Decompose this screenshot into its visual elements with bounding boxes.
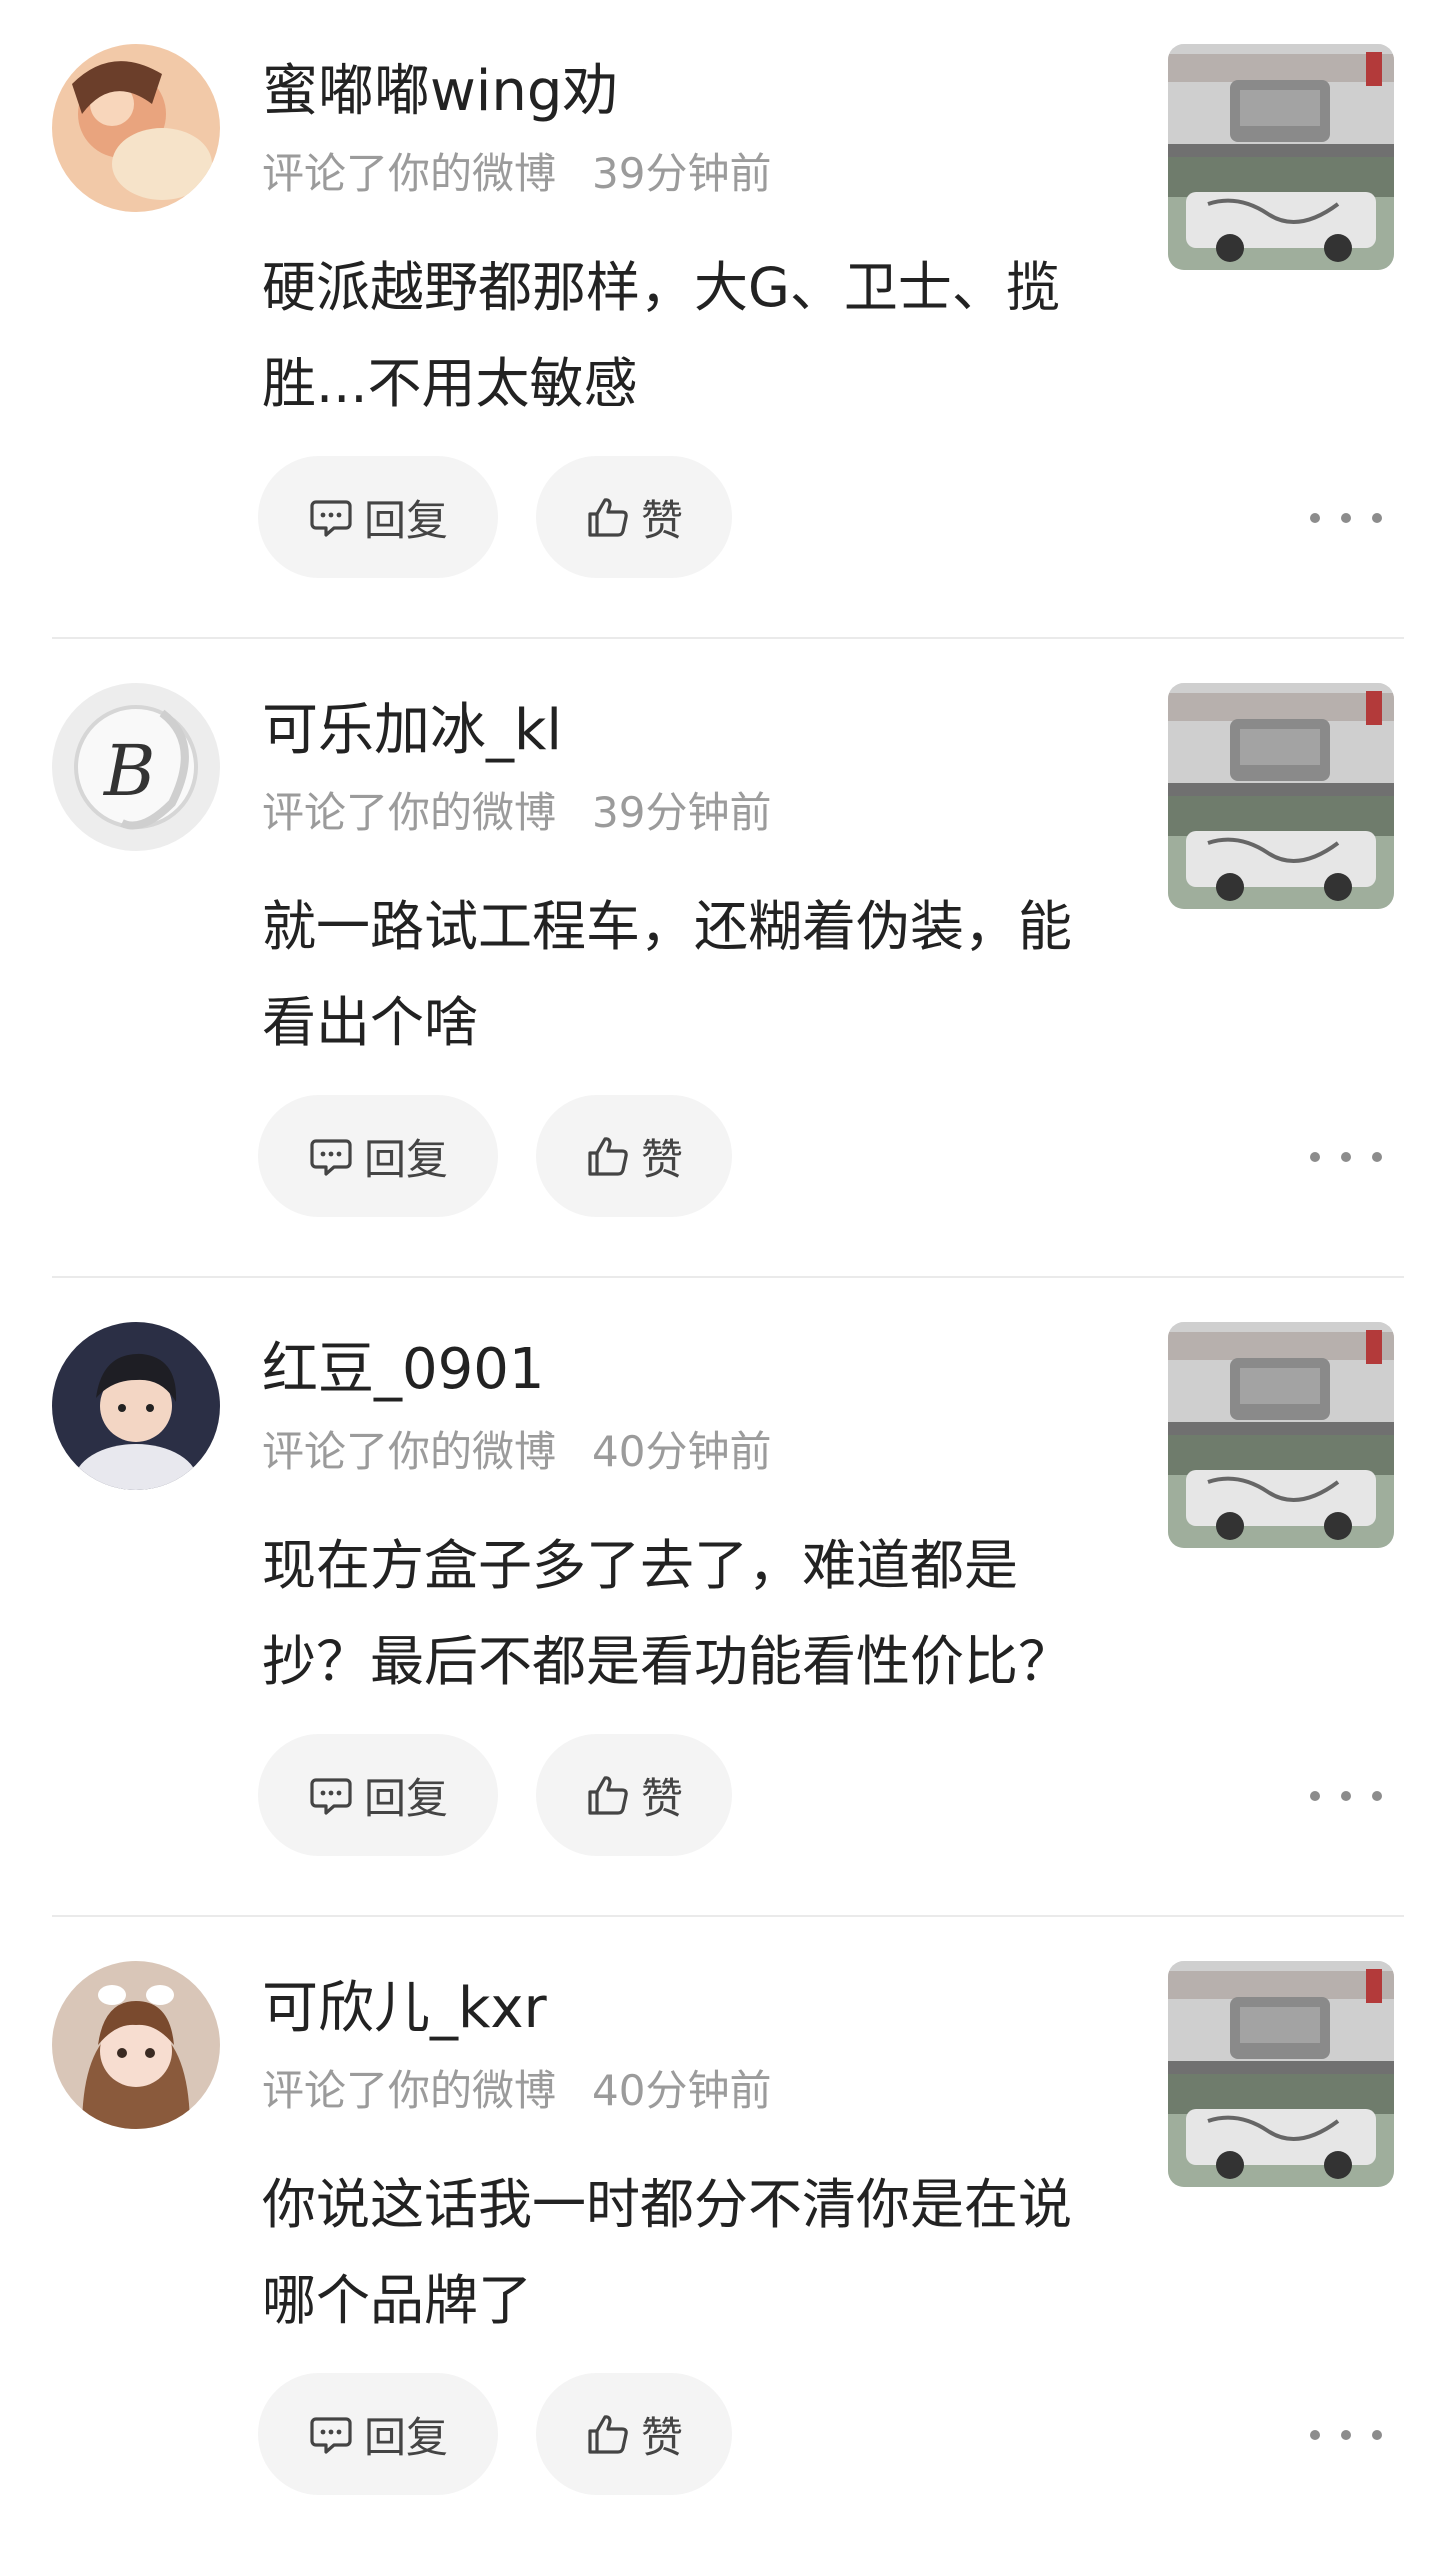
username[interactable]: 可乐加冰_kl (262, 695, 562, 767)
meta-action: 评论了你的微博 (262, 2066, 557, 2115)
timestamp: 39分钟前 (592, 788, 772, 837)
meta-action: 评论了你的微博 (262, 149, 557, 198)
comment-meta: 评论了你的微博 40分钟前 (262, 1424, 771, 1480)
username[interactable]: 红豆_0901 (262, 1334, 545, 1406)
comment-text[interactable]: 就一路试工程车，还糊着伪装，能看出个啥 (262, 879, 1122, 1071)
post-thumbnail[interactable] (1168, 44, 1394, 270)
like-button[interactable]: 赞 (536, 456, 732, 578)
reply-button[interactable]: 回复 (258, 456, 498, 578)
meta-action: 评论了你的微博 (262, 788, 557, 837)
comment-bubble-icon (310, 500, 352, 537)
post-thumbnail[interactable] (1168, 1961, 1394, 2187)
comment-item: 红豆_0901 评论了你的微博 40分钟前 现在方盒子多了去了，难道都是抄？最后不… (0, 1278, 1440, 1917)
svg-text:B: B (102, 730, 155, 812)
thumbs-up-icon (588, 1776, 628, 1815)
username[interactable]: 蜜嘟嘟wing劝 (262, 56, 618, 128)
reply-button[interactable]: 回复 (258, 1095, 498, 1217)
avatar-image (52, 1961, 220, 2129)
like-button[interactable]: 赞 (536, 1734, 732, 1856)
reply-label: 回复 (363, 1773, 448, 1823)
thumbs-up-icon (588, 498, 628, 537)
like-button[interactable]: 赞 (536, 1095, 732, 1217)
more-dots-icon[interactable] (1310, 490, 1382, 546)
like-label: 赞 (640, 1134, 683, 1184)
reply-button[interactable]: 回复 (258, 1734, 498, 1856)
comment-text[interactable]: 现在方盒子多了去了，难道都是抄？最后不都是看功能看性价比？ (262, 1518, 1122, 1710)
comment-text[interactable]: 硬派越野都那样，大G、卫士、揽胜...不用太敏感 (262, 240, 1122, 432)
post-thumbnail[interactable] (1168, 1322, 1394, 1548)
avatar[interactable] (52, 1322, 220, 1490)
reply-label: 回复 (363, 2412, 448, 2462)
post-thumbnail[interactable] (1168, 683, 1394, 909)
reply-button[interactable]: 回复 (258, 2373, 498, 2495)
reply-label: 回复 (363, 1134, 448, 1184)
more-dots-icon[interactable] (1310, 2407, 1382, 2463)
like-label: 赞 (640, 2412, 683, 2462)
thumbnail-image (1168, 1961, 1394, 2187)
like-label: 赞 (640, 1773, 683, 1823)
more-dots-icon[interactable] (1310, 1129, 1382, 1185)
comment-meta: 评论了你的微博 39分钟前 (262, 146, 771, 202)
comment-bubble-icon (310, 1139, 352, 1176)
comment-item: B 可乐加冰_kl 评论了你的微博 39分钟前 就一路试工程车，还糊着伪装，能看出… (0, 639, 1440, 1278)
avatar-image (52, 1322, 220, 1490)
comment-meta: 评论了你的微博 40分钟前 (262, 2063, 771, 2119)
comment-meta: 评论了你的微博 39分钟前 (262, 785, 771, 841)
avatar[interactable] (52, 44, 220, 212)
comment-item: 可欣儿_kxr 评论了你的微博 40分钟前 你说这话我一时都分不清你是在说哪个品牌… (0, 1917, 1440, 2556)
more-dots-icon[interactable] (1310, 1768, 1382, 1824)
thumbs-up-icon (588, 1137, 628, 1176)
avatar[interactable]: B (52, 683, 220, 851)
timestamp: 40分钟前 (592, 2066, 772, 2115)
like-label: 赞 (640, 495, 683, 545)
comment-notification-list: 蜜嘟嘟wing劝 评论了你的微博 39分钟前 硬派越野都那样，大G、卫士、揽胜..… (0, 0, 1440, 2521)
comment-bubble-icon (310, 2417, 352, 2454)
thumbs-up-icon (588, 2415, 628, 2454)
timestamp: 39分钟前 (592, 149, 772, 198)
comment-text[interactable]: 你说这话我一时都分不清你是在说哪个品牌了 (262, 2157, 1122, 2349)
thumbnail-image (1168, 683, 1394, 909)
comment-item: 蜜嘟嘟wing劝 评论了你的微博 39分钟前 硬派越野都那样，大G、卫士、揽胜..… (0, 0, 1440, 639)
like-button[interactable]: 赞 (536, 2373, 732, 2495)
thumbnail-image (1168, 44, 1394, 270)
reply-label: 回复 (363, 495, 448, 545)
meta-action: 评论了你的微博 (262, 1427, 557, 1476)
avatar-image: B (52, 683, 220, 851)
comment-bubble-icon (310, 1778, 352, 1815)
username[interactable]: 可欣儿_kxr (262, 1973, 547, 2045)
timestamp: 40分钟前 (592, 1427, 772, 1476)
thumbnail-image (1168, 1322, 1394, 1548)
avatar[interactable] (52, 1961, 220, 2129)
avatar-image (52, 44, 220, 212)
